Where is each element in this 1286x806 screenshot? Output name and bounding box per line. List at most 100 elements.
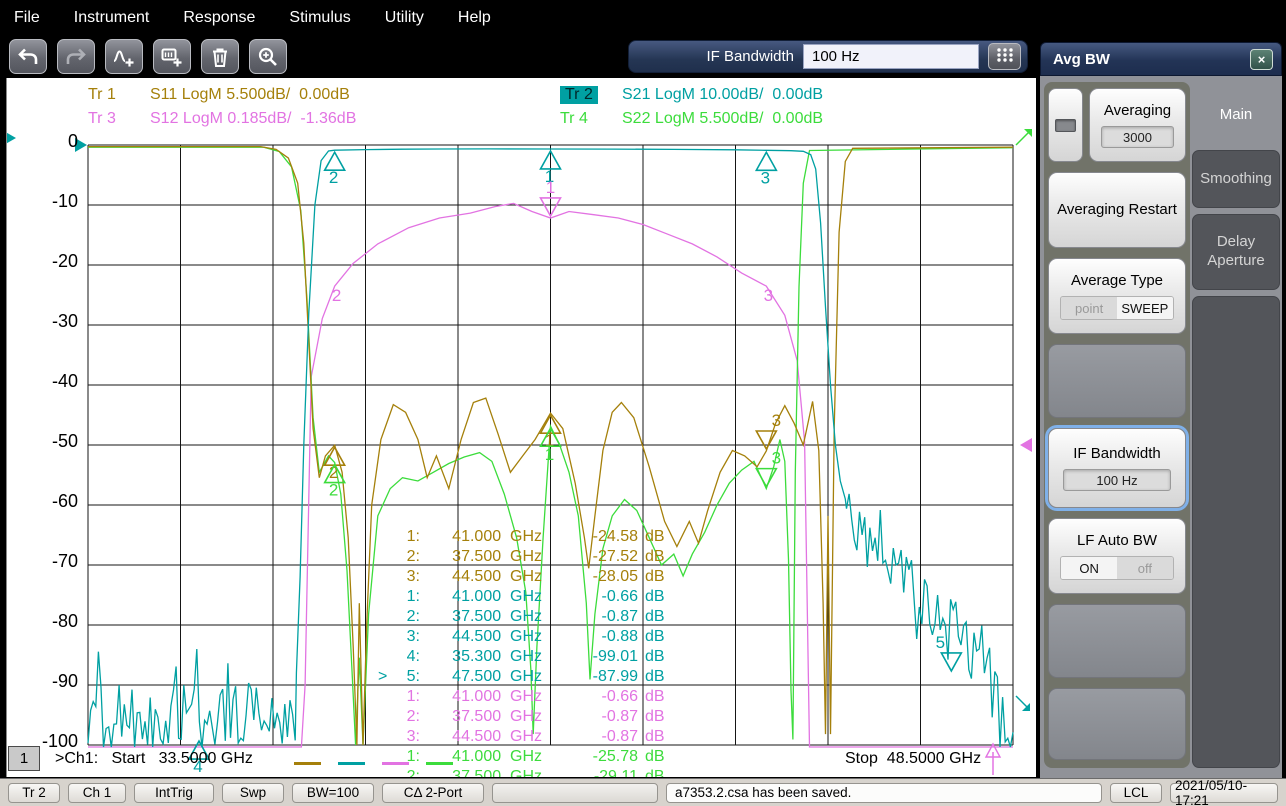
marker-table-row: 1: 41.000 GHz -0.66 dB bbox=[378, 587, 680, 607]
marker-value: -0.88 bbox=[601, 628, 638, 645]
average-type-switch-right[interactable]: SWEEP bbox=[1117, 297, 1173, 320]
averaging-restart-button[interactable]: Averaging Restart bbox=[1048, 172, 1186, 248]
menu-response[interactable]: Response bbox=[183, 9, 255, 27]
marker-value: -29.11 bbox=[593, 768, 638, 777]
undo-icon bbox=[16, 46, 40, 68]
marker-unit: dB bbox=[645, 548, 665, 565]
menu-file[interactable]: File bbox=[14, 9, 40, 27]
menu-utility[interactable]: Utility bbox=[385, 9, 424, 27]
marker-number: 1: bbox=[406, 688, 420, 705]
trace-style-sample bbox=[382, 762, 409, 765]
status-bw-100[interactable]: BW=100 bbox=[292, 782, 374, 803]
marker-value: -27.52 bbox=[592, 548, 638, 565]
redo-button[interactable] bbox=[57, 39, 95, 74]
panel-title: Avg BW bbox=[1053, 50, 1110, 68]
averaging-button[interactable]: Averaging 3000 bbox=[1089, 88, 1186, 162]
marker-unit: dB bbox=[645, 588, 665, 605]
tr3-reference-arrow-icon bbox=[1020, 438, 1032, 452]
keypad-button[interactable] bbox=[988, 43, 1021, 70]
marker-3-s12[interactable]: 3 bbox=[764, 286, 773, 305]
menu-stimulus[interactable]: Stimulus bbox=[289, 9, 350, 27]
marker-table-row: 4: 35.300 GHz -99.01 dB bbox=[378, 647, 680, 667]
trace-tag-s12[interactable]: Tr 3 bbox=[88, 110, 116, 128]
y-tick-label: -90 bbox=[51, 671, 78, 691]
zoom-button[interactable] bbox=[249, 39, 287, 74]
marker-2-s12[interactable]: 2 bbox=[332, 286, 341, 305]
averaging-led-indicator bbox=[1055, 118, 1076, 132]
marker-number-label: 1 bbox=[545, 445, 554, 464]
if-bandwidth-button[interactable]: IF Bandwidth 100 Hz bbox=[1048, 428, 1186, 508]
avg-bw-panel: Avg BW × Averaging 3000 Averaging Restart A… bbox=[1040, 42, 1282, 778]
marker-3-s11[interactable]: 3 bbox=[754, 411, 781, 451]
marker-unit: dB bbox=[645, 748, 665, 765]
marker-number-label: 5 bbox=[936, 633, 945, 652]
marker-3-s22[interactable]: 3 bbox=[754, 449, 781, 489]
trace-tag-s22[interactable]: Tr 4 bbox=[560, 110, 588, 128]
marker-triangle-icon bbox=[754, 430, 778, 451]
marker-frequency: 44.500 GHz bbox=[452, 728, 542, 745]
panel-button-column: Averaging 3000 Averaging Restart Average Ty… bbox=[1044, 82, 1190, 768]
if-bandwidth-toolbar: IF Bandwidth 100 Hz bbox=[628, 40, 1028, 73]
undo-button[interactable] bbox=[9, 39, 47, 74]
marker-active-prefix bbox=[378, 607, 394, 627]
marker-number-label: 2 bbox=[329, 481, 338, 500]
menu-help[interactable]: Help bbox=[458, 9, 491, 27]
marker-number: 2: bbox=[406, 548, 420, 565]
y-tick-label: -30 bbox=[51, 311, 78, 331]
average-type-switch-left[interactable]: point bbox=[1061, 297, 1117, 320]
tab-delay-aperture[interactable]: Delay Aperture bbox=[1192, 214, 1280, 290]
marker-number-label: 2 bbox=[332, 286, 341, 305]
y-tick-label: -20 bbox=[51, 251, 78, 271]
average-type-button[interactable]: Average Type point SWEEP bbox=[1048, 258, 1186, 334]
marker-active-prefix bbox=[378, 627, 394, 647]
marker-number: 3: bbox=[406, 728, 420, 745]
lcl-button[interactable]: LCL bbox=[1110, 782, 1162, 803]
status-tr-2[interactable]: Tr 2 bbox=[8, 782, 60, 803]
marker-unit: dB bbox=[645, 708, 665, 725]
if-bandwidth-value[interactable]: 100 Hz bbox=[1062, 469, 1172, 492]
close-icon[interactable]: × bbox=[1250, 48, 1273, 70]
status-c-2-port[interactable]: CΔ 2-Port bbox=[382, 782, 484, 803]
lf-auto-bw-switch-right[interactable]: off bbox=[1117, 557, 1173, 580]
lf-auto-bw-switch[interactable]: ON off bbox=[1060, 556, 1174, 581]
status-bar: Tr 2 Ch 1 IntTrig Swp BW=100 CΔ 2-Port a7353.… bbox=[0, 778, 1286, 806]
marker-2-s21[interactable]: 2 bbox=[323, 150, 347, 187]
averaging-value[interactable]: 3000 bbox=[1100, 126, 1175, 149]
tr4-continuation-arrow bbox=[1015, 131, 1030, 146]
average-type-switch[interactable]: point SWEEP bbox=[1060, 296, 1174, 321]
averaging-toggle-button[interactable] bbox=[1048, 88, 1083, 162]
marker-frequency: 37.500 GHz bbox=[452, 708, 542, 725]
marker-table-row: >5: 47.500 GHz -87.99 dB bbox=[378, 667, 680, 687]
status-empty-segment bbox=[492, 782, 658, 803]
tab-smoothing[interactable]: Smoothing bbox=[1192, 150, 1280, 208]
status-inttrig[interactable]: IntTrig bbox=[134, 782, 214, 803]
marker-table-row: 1: 41.000 GHz -25.78 dB bbox=[378, 747, 680, 767]
marker-number: 5: bbox=[406, 668, 420, 685]
tab-main[interactable]: Main bbox=[1192, 86, 1280, 144]
trace-tag-s11[interactable]: Tr 1 bbox=[88, 86, 116, 104]
marker-number: 3: bbox=[406, 568, 420, 585]
lf-auto-bw-switch-left[interactable]: ON bbox=[1061, 557, 1117, 580]
if-bandwidth-input[interactable]: 100 Hz bbox=[803, 44, 979, 69]
status-swp[interactable]: Swp bbox=[222, 782, 284, 803]
zoom-icon bbox=[256, 46, 280, 68]
averaging-row: Averaging 3000 bbox=[1048, 88, 1186, 162]
marker-value: -28.05 bbox=[592, 568, 638, 585]
vna-application: File Instrument Response Stimulus Utility Hel… bbox=[0, 0, 1286, 806]
marker-frequency: 47.500 GHz bbox=[452, 668, 542, 685]
trace-tag-s21[interactable]: Tr 2 bbox=[560, 86, 598, 104]
stop-frequency-label: Stop 48.5000 GHz bbox=[845, 750, 982, 767]
marker-3-s21[interactable]: 3 bbox=[754, 150, 778, 187]
channel-button[interactable]: 1 bbox=[8, 746, 40, 771]
add-channel-button[interactable] bbox=[153, 39, 191, 74]
marker-active-prefix bbox=[378, 767, 394, 777]
delete-button[interactable] bbox=[201, 39, 239, 74]
toolbar-buttons bbox=[9, 39, 287, 74]
averaging-label: Averaging bbox=[1103, 101, 1172, 119]
marker-value: -25.78 bbox=[592, 748, 638, 765]
lf-auto-bw-button[interactable]: LF Auto BW ON off bbox=[1048, 518, 1186, 594]
marker-active-prefix bbox=[378, 527, 394, 547]
menu-instrument[interactable]: Instrument bbox=[74, 9, 150, 27]
status-ch-1[interactable]: Ch 1 bbox=[68, 782, 126, 803]
add-trace-button[interactable] bbox=[105, 39, 143, 74]
